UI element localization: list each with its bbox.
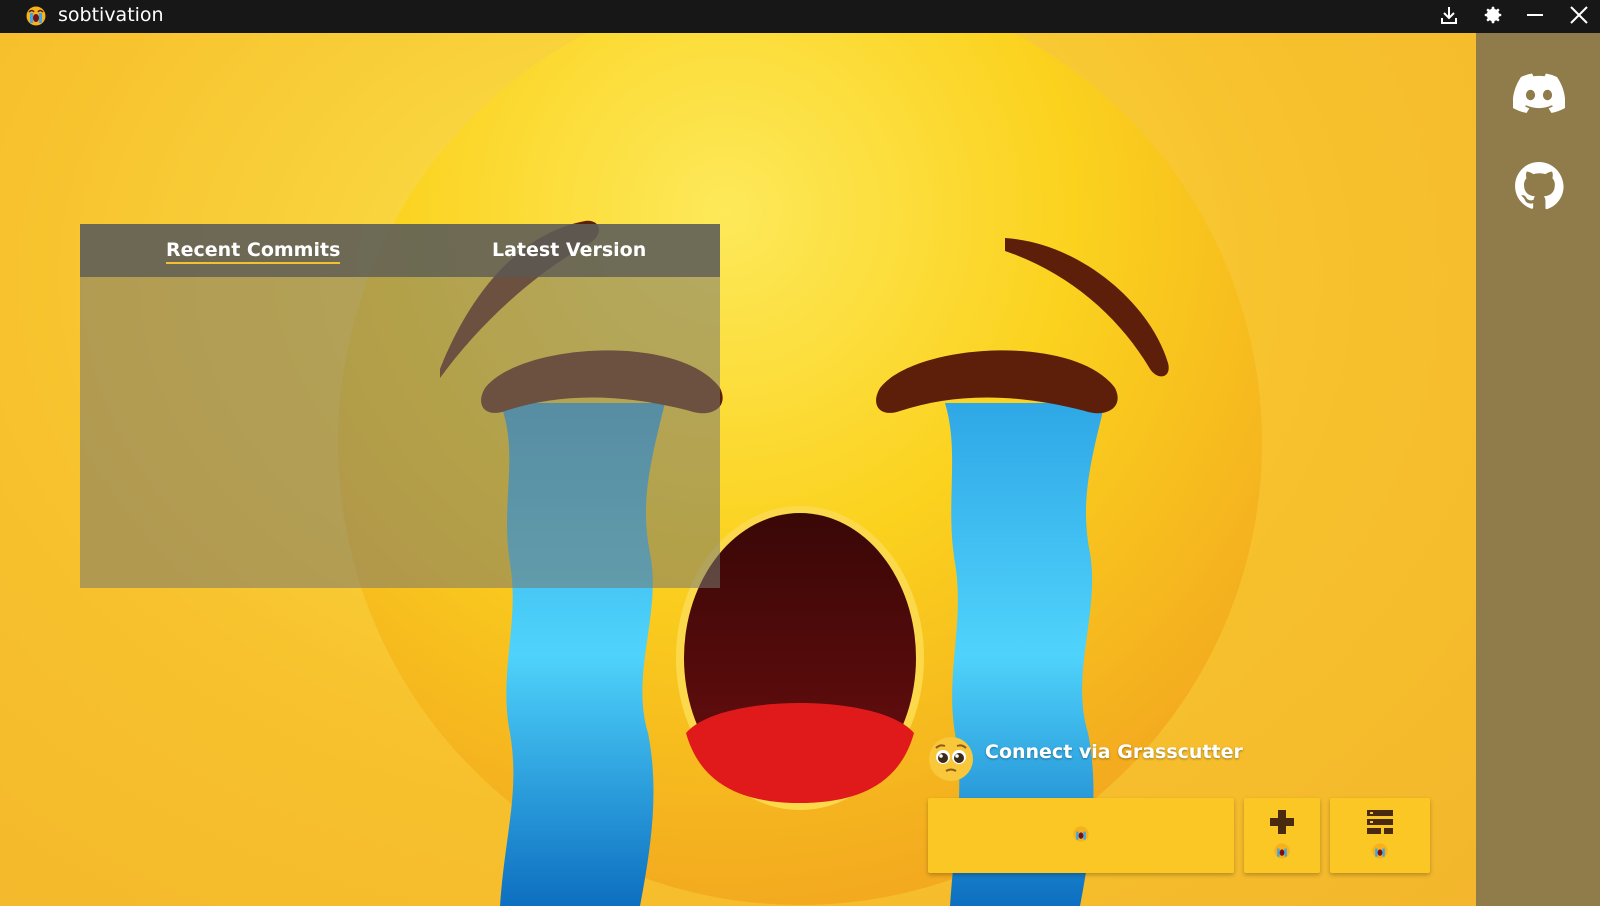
minimize-icon [1525, 5, 1545, 29]
settings-button[interactable] [1476, 0, 1510, 33]
tab-latest-version[interactable]: Latest Version [492, 239, 646, 261]
app-title: sobtivation [58, 4, 164, 26]
download-icon [1439, 5, 1459, 29]
title-bar: sobtivation [0, 0, 1600, 33]
news-tab-bar: Recent Commits Latest Version [80, 224, 720, 277]
news-panel: Recent Commits Latest Version [80, 224, 720, 588]
github-icon [1514, 161, 1564, 215]
minimize-button[interactable] [1518, 0, 1552, 33]
plus-icon [1269, 809, 1295, 839]
pleading-face-icon [928, 736, 974, 782]
crying-face-icon [1274, 842, 1290, 863]
sidebar [1476, 33, 1600, 906]
add-button[interactable] [1244, 798, 1320, 873]
crying-face-icon [1073, 825, 1089, 846]
download-button[interactable] [1432, 0, 1466, 33]
server-icon [1366, 809, 1394, 839]
connect-label: Connect via Grasscutter [985, 741, 1243, 763]
launch-button[interactable] [928, 798, 1234, 873]
server-button[interactable] [1330, 798, 1430, 873]
crying-face-icon [26, 6, 46, 26]
crying-face-icon [1372, 842, 1388, 863]
github-button[interactable] [1509, 158, 1569, 218]
tab-recent-commits[interactable]: Recent Commits [166, 239, 341, 264]
close-button[interactable] [1562, 0, 1596, 33]
gear-icon [1482, 4, 1504, 30]
discord-icon [1512, 73, 1566, 117]
close-icon [1569, 5, 1589, 29]
discord-button[interactable] [1509, 65, 1569, 125]
